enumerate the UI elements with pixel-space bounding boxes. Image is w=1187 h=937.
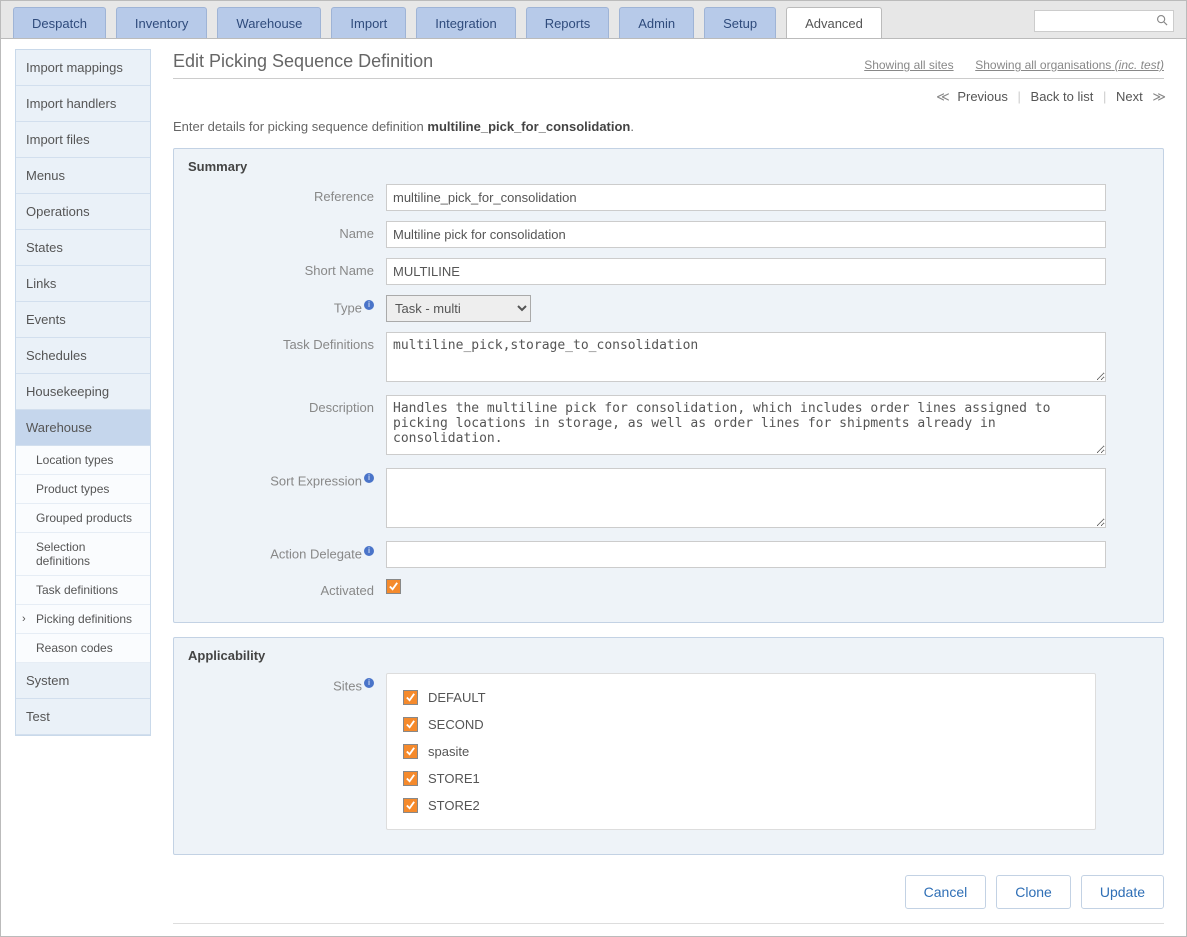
site-row: DEFAULT (403, 684, 1079, 711)
chevron-right-icon: › (22, 613, 26, 625)
sidebar-sub-grouped-products[interactable]: Grouped products (16, 504, 150, 533)
description-label: Description (188, 395, 386, 415)
top-tabbar: Despatch Inventory Warehouse Import Inte… (1, 1, 1186, 39)
sidebar-item-housekeeping[interactable]: Housekeeping (16, 374, 150, 410)
description-field[interactable]: Handles the multiline pick for consolida… (386, 395, 1106, 455)
activated-label: Activated (188, 578, 386, 598)
activated-checkbox[interactable] (386, 579, 401, 594)
record-nav: ≪ Previous | Back to list | Next ≫ (173, 79, 1164, 109)
type-label: Typei (188, 295, 386, 315)
help-icon[interactable]: i (364, 546, 374, 556)
action-delegate-field[interactable] (386, 541, 1106, 568)
sort-expression-label: Sort Expressioni (188, 468, 386, 488)
chevron-right-double-icon: ≫ (1152, 89, 1164, 104)
sidebar-sub-picking-definitions[interactable]: ›Picking definitions (16, 605, 150, 634)
sort-expression-field[interactable] (386, 468, 1106, 528)
page-title: Edit Picking Sequence Definition (173, 51, 433, 72)
sidebar: Import mappings Import handlers Import f… (1, 39, 151, 936)
summary-panel: Summary Reference Name Short Name Typei (173, 148, 1164, 623)
site-name: STORE1 (428, 771, 480, 786)
footer-copyright: © Realtime Despatch Software Ltd (195, 934, 395, 936)
sidebar-sub-reason-codes[interactable]: Reason codes (16, 634, 150, 663)
site-checkbox[interactable] (403, 717, 418, 732)
tab-advanced[interactable]: Advanced (786, 7, 882, 38)
sites-list: DEFAULT SECOND spasite STORE1 STORE2 (386, 673, 1096, 830)
sidebar-item-system[interactable]: System (16, 663, 150, 699)
help-icon[interactable]: i (364, 678, 374, 688)
sidebar-sub-location-types[interactable]: Location types (16, 446, 150, 475)
task-definitions-field[interactable]: multiline_pick,storage_to_consolidation (386, 332, 1106, 382)
sidebar-sub-product-types[interactable]: Product types (16, 475, 150, 504)
nav-previous[interactable]: Previous (957, 89, 1008, 104)
global-search[interactable] (1034, 10, 1174, 32)
sites-filter-link[interactable]: Showing all sites (864, 58, 953, 72)
sidebar-item-menus[interactable]: Menus (16, 158, 150, 194)
tab-reports[interactable]: Reports (526, 7, 610, 38)
sidebar-item-import-mappings[interactable]: Import mappings (16, 50, 150, 86)
cancel-button[interactable]: Cancel (905, 875, 987, 909)
sidebar-item-schedules[interactable]: Schedules (16, 338, 150, 374)
clone-button[interactable]: Clone (996, 875, 1071, 909)
site-row: STORE2 (403, 792, 1079, 819)
tab-import[interactable]: Import (331, 7, 406, 38)
site-row: STORE1 (403, 765, 1079, 792)
site-checkbox[interactable] (403, 690, 418, 705)
update-button[interactable]: Update (1081, 875, 1164, 909)
sidebar-item-test[interactable]: Test (16, 699, 150, 735)
site-name: SECOND (428, 717, 484, 732)
type-select[interactable]: Task - multi (386, 295, 531, 322)
intro-text: Enter details for picking sequence defin… (173, 119, 1164, 134)
tab-integration[interactable]: Integration (416, 7, 515, 38)
sidebar-sub-task-definitions[interactable]: Task definitions (16, 576, 150, 605)
task-definitions-label: Task Definitions (188, 332, 386, 352)
tab-despatch[interactable]: Despatch (13, 7, 106, 38)
action-delegate-label: Action Delegatei (188, 541, 386, 561)
site-name: STORE2 (428, 798, 480, 813)
applicability-title: Applicability (188, 648, 1149, 663)
footer-years: 2011-2016 (402, 934, 463, 936)
site-checkbox[interactable] (403, 798, 418, 813)
name-field[interactable] (386, 221, 1106, 248)
summary-title: Summary (188, 159, 1149, 174)
reference-field[interactable] (386, 184, 1106, 211)
site-checkbox[interactable] (403, 744, 418, 759)
nav-back-to-list[interactable]: Back to list (1031, 89, 1094, 104)
site-row: spasite (403, 738, 1079, 765)
help-icon[interactable]: i (364, 473, 374, 483)
sidebar-item-import-handlers[interactable]: Import handlers (16, 86, 150, 122)
sidebar-item-states[interactable]: States (16, 230, 150, 266)
sidebar-item-links[interactable]: Links (16, 266, 150, 302)
site-checkbox[interactable] (403, 771, 418, 786)
sidebar-item-events[interactable]: Events (16, 302, 150, 338)
footer: © Realtime Despatch Software Ltd 2011-20… (173, 923, 1164, 936)
name-label: Name (188, 221, 386, 241)
orgs-filter-link[interactable]: Showing all organisations (inc. test) (975, 58, 1164, 72)
chevron-left-double-icon: ≪ (936, 89, 948, 104)
site-row: SECOND (403, 711, 1079, 738)
sites-label: Sitesi (188, 673, 386, 693)
search-icon (1156, 14, 1169, 28)
nav-next[interactable]: Next (1116, 89, 1143, 104)
site-name: spasite (428, 744, 469, 759)
short-name-field[interactable] (386, 258, 1106, 285)
tab-admin[interactable]: Admin (619, 7, 694, 38)
return-to-top-link[interactable]: Return to the top (1045, 934, 1142, 936)
sidebar-item-operations[interactable]: Operations (16, 194, 150, 230)
sidebar-sub-selection-definitions[interactable]: Selection definitions (16, 533, 150, 576)
applicability-panel: Applicability Sitesi DEFAULT SECOND spasit… (173, 637, 1164, 855)
global-search-input[interactable] (1035, 13, 1156, 29)
reference-label: Reference (188, 184, 386, 204)
tab-inventory[interactable]: Inventory (116, 7, 207, 38)
tab-setup[interactable]: Setup (704, 7, 776, 38)
tab-warehouse[interactable]: Warehouse (217, 7, 321, 38)
sidebar-item-import-files[interactable]: Import files (16, 122, 150, 158)
short-name-label: Short Name (188, 258, 386, 278)
site-name: DEFAULT (428, 690, 486, 705)
help-icon[interactable]: i (364, 300, 374, 310)
sidebar-item-warehouse[interactable]: Warehouse (16, 410, 150, 446)
